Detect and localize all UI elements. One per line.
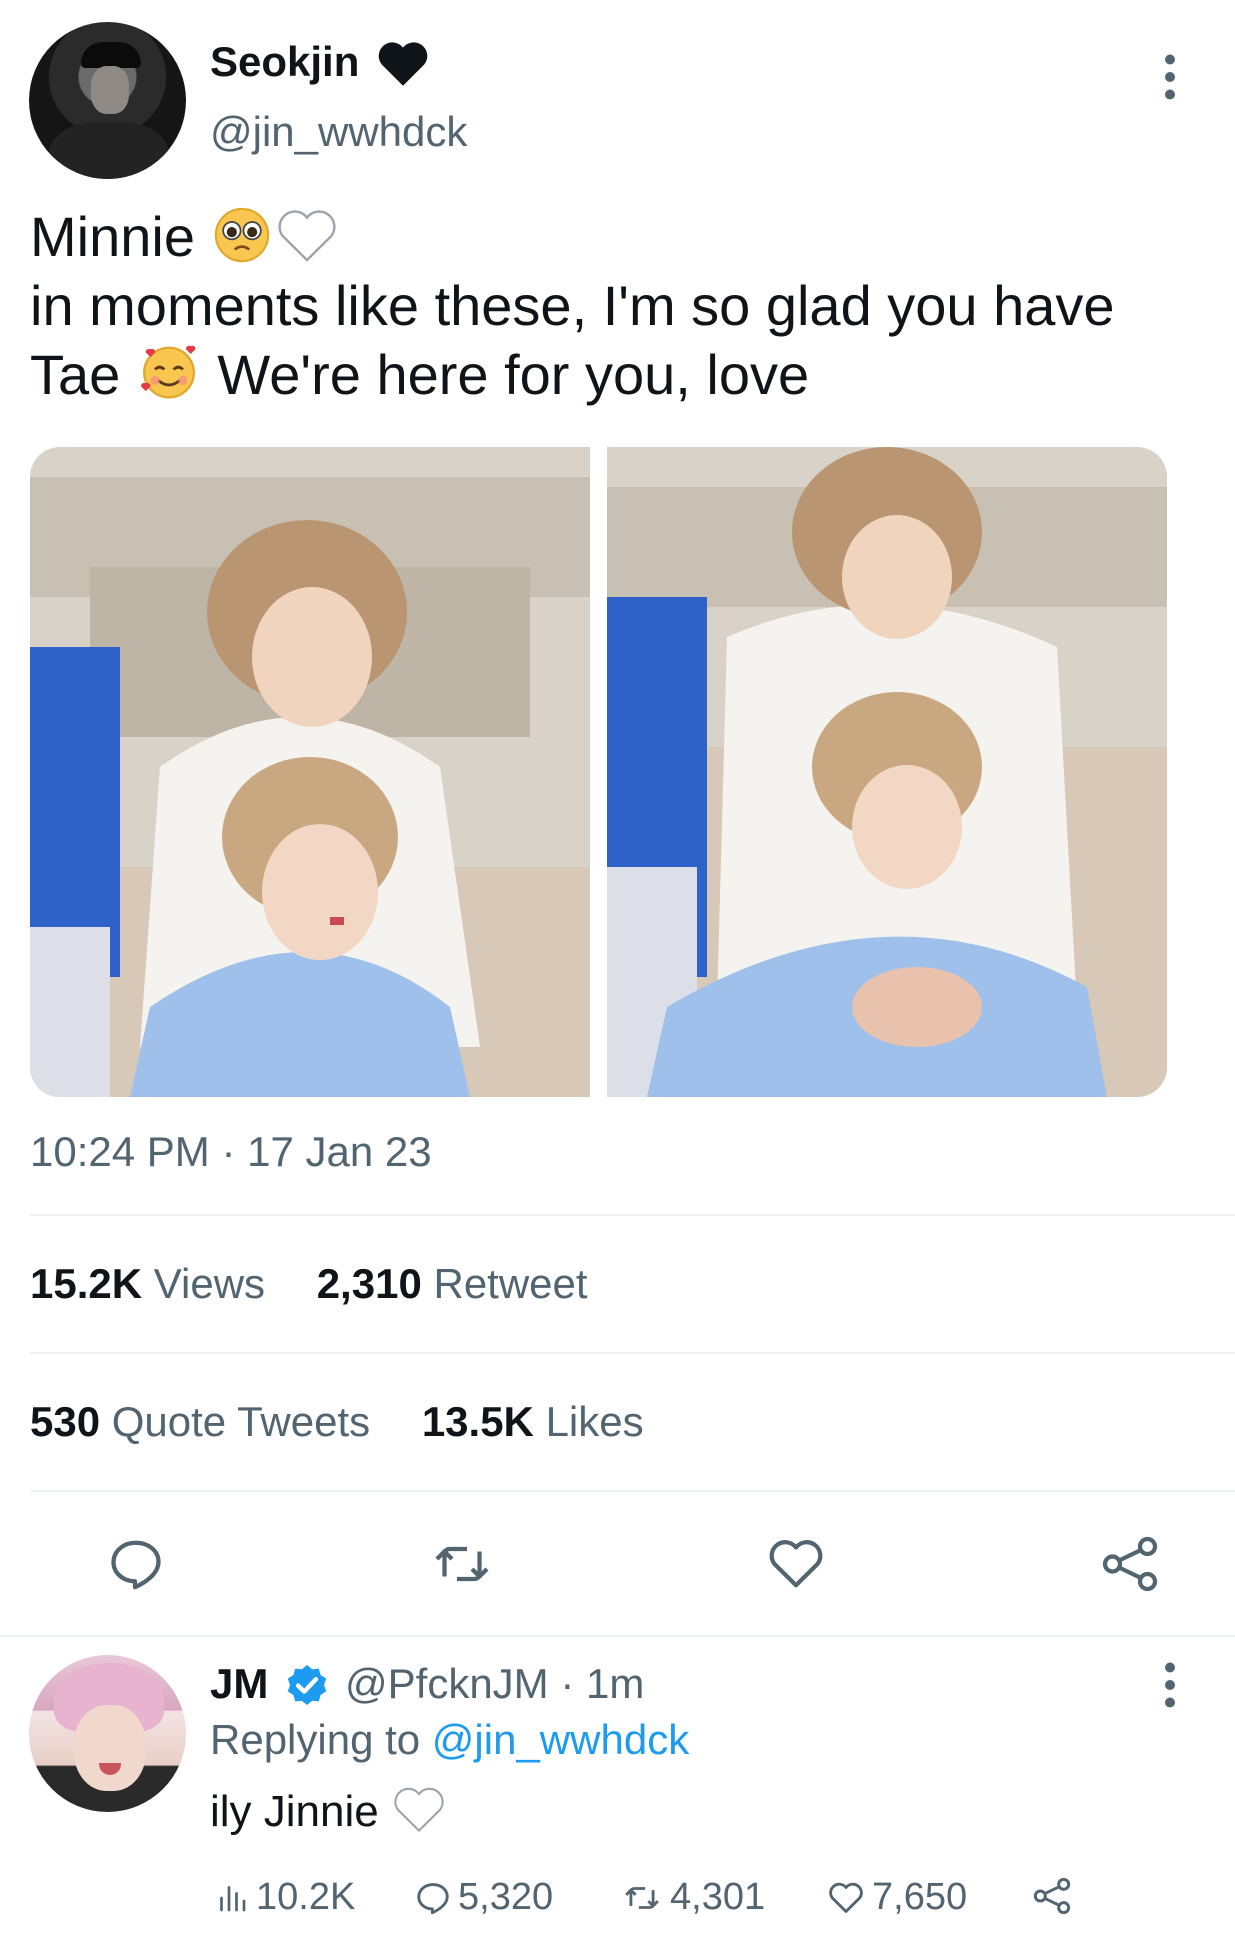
white-heart-icon [277,210,336,262]
reply-text: ily Jinnie [210,1784,447,1837]
tweet-text: Minnie in moments like these, I'm so gla… [30,202,1210,409]
retweet-icon [625,1886,659,1909]
likes-count[interactable]: 13.5K [422,1398,534,1445]
divider [30,1490,1235,1492]
like-icon[interactable] [766,1534,826,1594]
reply-share[interactable] [1032,1876,1078,1916]
avatar-body [49,122,169,179]
retweets-label[interactable]: Retweet [433,1260,587,1307]
smiling-face-with-hearts-icon [140,345,196,399]
photo-right[interactable] [607,447,1167,1097]
views-label: Views [153,1260,266,1307]
views-count: 15.2K [30,1260,143,1307]
reply-icon[interactable] [106,1534,166,1594]
reply-views[interactable]: 10.2K [214,1876,355,1919]
quotes-label[interactable]: Quote Tweets [112,1398,370,1445]
divider [0,1635,1235,1637]
reply-more-options-icon[interactable] [1157,1660,1183,1710]
quotes-count[interactable]: 530 [30,1398,100,1445]
stats-quotes-likes: 530 Quote Tweets 13.5K Likes [30,1398,644,1446]
divider [30,1352,1235,1354]
pleading-face-icon [214,207,269,263]
tweet-media[interactable] [30,447,1167,1097]
tweet-text-line: Tae We're here for you, love [30,340,1210,409]
author-display-name[interactable]: Seokjin [210,38,359,86]
reply-author-handle-time[interactable]: @PfcknJM · 1m [345,1660,644,1708]
reply-likes[interactable]: 7,650 [826,1876,967,1919]
replying-to: Replying to @jin_wwhdck [210,1716,690,1763]
tweet-text-line: Minnie [30,202,1210,271]
like-icon [829,1882,863,1913]
white-heart-icon [394,1787,444,1833]
likes-label[interactable]: Likes [546,1398,644,1445]
reply-author-name[interactable]: JM [210,1660,268,1708]
verified-badge-icon [287,1665,327,1705]
photo-right-image [607,447,1167,1097]
reply-action-bar: 10.2K 5,320 4,301 7,650 [210,1876,1210,1926]
tweet-text-line: in moments like these, I'm so glad you h… [30,274,1115,337]
photo-left[interactable] [30,447,590,1097]
share-icon[interactable] [1100,1534,1160,1594]
black-heart-icon [378,42,428,86]
author-avatar[interactable] [29,22,186,179]
tweet-timestamp[interactable]: 10:24 PM · 17 Jan 23 [30,1128,432,1176]
photo-left-image [30,447,590,1097]
reply-icon [417,1882,449,1914]
replying-to-handle[interactable]: @jin_wwhdck [432,1716,689,1763]
author-handle[interactable]: @jin_wwhdck [210,108,467,156]
divider [30,1214,1235,1216]
avatar-face [91,66,129,114]
reply-replies[interactable]: 5,320 [414,1876,553,1919]
avatar-cap [81,42,141,68]
views-icon [220,1885,246,1911]
stats-views-retweets: 15.2K Views 2,310 Retweet [30,1260,588,1308]
more-options-icon[interactable] [1157,52,1183,102]
retweets-count[interactable]: 2,310 [317,1260,422,1307]
avatar-face [74,1705,146,1791]
reply-author-avatar[interactable] [29,1655,186,1812]
retweet-icon[interactable] [432,1534,492,1594]
reply-retweets[interactable]: 4,301 [620,1876,765,1919]
share-icon [1033,1877,1071,1915]
